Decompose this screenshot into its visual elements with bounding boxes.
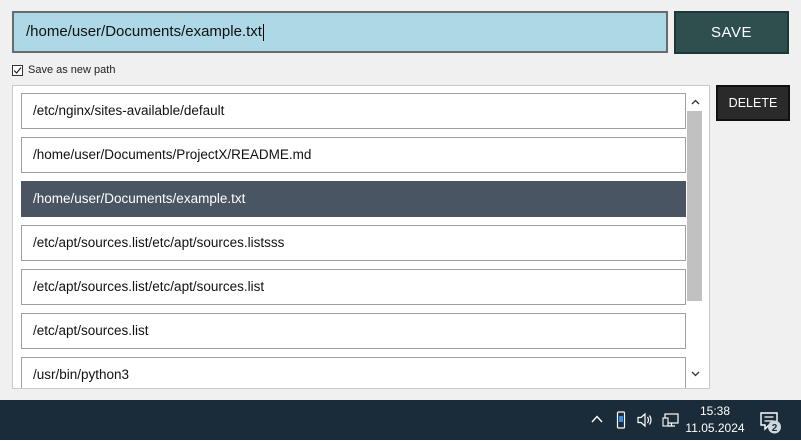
path-list-item-label: /etc/apt/sources.list/etc/apt/sources.li…: [33, 279, 265, 294]
scroll-down-arrow-icon[interactable]: [687, 366, 703, 382]
clock-date: 11.05.2024: [685, 421, 745, 435]
scroll-up-arrow-icon[interactable]: [687, 94, 703, 110]
path-list-item[interactable]: /home/user/Documents/ProjectX/README.md: [21, 137, 686, 173]
path-list-item-label: /etc/nginx/sites-available/default: [33, 103, 225, 118]
scroll-thumb[interactable]: [687, 111, 702, 301]
chevron-up-icon[interactable]: [590, 412, 604, 430]
path-list-item-selected[interactable]: /home/user/Documents/example.txt: [21, 181, 686, 217]
path-list-item[interactable]: /etc/apt/sources.list/etc/apt/sources.li…: [21, 269, 686, 305]
save-as-new-path-option[interactable]: Save as new path: [12, 63, 115, 77]
network-icon[interactable]: [662, 412, 680, 432]
path-list-item[interactable]: /etc/apt/sources.list/etc/apt/sources.li…: [21, 225, 686, 261]
delete-button-label: DELETE: [728, 96, 778, 110]
path-list-item-label: /etc/apt/sources.list/etc/apt/sources.li…: [33, 235, 285, 250]
path-input[interactable]: /home/user/Documents/example.txt: [12, 11, 668, 53]
path-list-item[interactable]: /etc/apt/sources.list: [21, 313, 686, 349]
save-button[interactable]: SAVE: [674, 11, 789, 54]
path-input-value: /home/user/Documents/example.txt: [26, 23, 262, 40]
notification-count: 2: [772, 423, 778, 434]
app-window: /home/user/Documents/example.txt SAVE Sa…: [0, 0, 801, 400]
path-list-item-label: /home/user/Documents/ProjectX/README.md: [33, 147, 312, 162]
path-list-item[interactable]: /usr/bin/python3: [21, 357, 686, 388]
save-as-new-path-label: Save as new path: [28, 64, 116, 76]
path-list-item-label: /home/user/Documents/example.txt: [33, 191, 246, 206]
delete-button[interactable]: DELETE: [716, 85, 790, 121]
path-list-scrollbar[interactable]: [687, 94, 703, 382]
checkmark-icon: [13, 66, 22, 74]
save-button-label: SAVE: [711, 24, 752, 41]
save-as-new-path-checkbox[interactable]: [12, 64, 23, 76]
path-list-item-label: /etc/apt/sources.list: [33, 323, 149, 338]
path-list: /etc/nginx/sites-available/default /home…: [12, 85, 710, 389]
path-list-item-label: /usr/bin/python3: [33, 367, 130, 382]
taskbar-clock[interactable]: 15:38 11.05.2024: [684, 403, 746, 437]
path-list-item[interactable]: /etc/nginx/sites-available/default: [21, 93, 686, 129]
speaker-icon[interactable]: [636, 412, 654, 432]
text-caret: [262, 23, 264, 41]
taskbar: 15:38 11.05.2024 2: [0, 400, 801, 440]
notification-icon[interactable]: 2: [758, 410, 784, 434]
usb-device-icon[interactable]: [616, 411, 626, 433]
clock-time: 15:38: [699, 404, 731, 418]
